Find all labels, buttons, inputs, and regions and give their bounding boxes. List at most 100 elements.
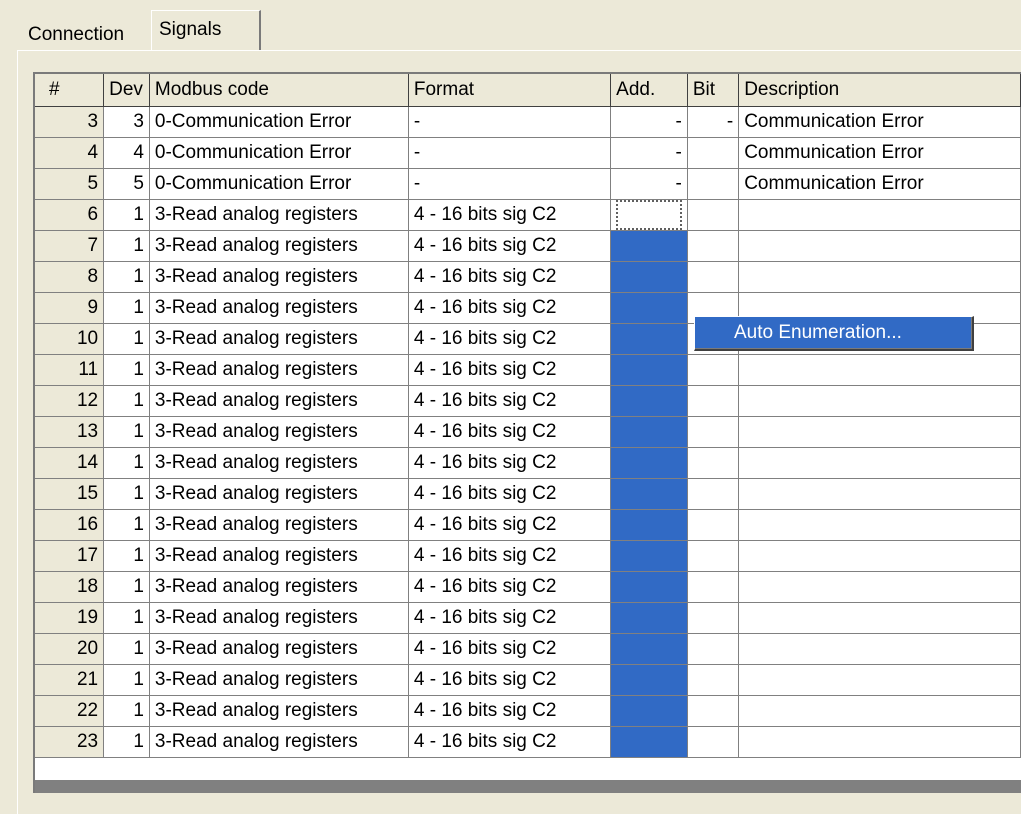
description-cell[interactable] — [738, 385, 1021, 417]
table-row[interactable]: 23 1 3-Read analog registers 4 - 16 bits si… — [35, 726, 1021, 758]
format-cell[interactable]: 4 - 16 bits sig C2 — [408, 478, 612, 510]
bit-cell[interactable] — [687, 726, 740, 758]
description-cell[interactable] — [738, 571, 1021, 603]
bit-cell[interactable] — [687, 478, 740, 510]
dev-cell[interactable]: 1 — [103, 509, 150, 541]
add-cell[interactable] — [610, 261, 688, 293]
dev-cell[interactable]: 1 — [103, 230, 150, 262]
dev-cell[interactable]: 1 — [103, 354, 150, 386]
row-number-cell[interactable]: 8 — [35, 261, 105, 293]
dev-cell[interactable]: 1 — [103, 633, 150, 665]
bit-cell[interactable] — [687, 602, 740, 634]
row-number-cell[interactable]: 19 — [35, 602, 105, 634]
column-header-number[interactable]: # — [35, 74, 105, 107]
modbus-code-cell[interactable]: 3-Read analog registers — [149, 633, 409, 665]
bit-cell[interactable] — [687, 354, 740, 386]
add-cell[interactable] — [610, 416, 688, 448]
format-cell[interactable]: 4 - 16 bits sig C2 — [408, 509, 612, 541]
table-row[interactable]: 16 1 3-Read analog registers 4 - 16 bits si… — [35, 509, 1021, 541]
description-cell[interactable]: Communication Error — [738, 106, 1021, 138]
row-number-cell[interactable]: 14 — [35, 447, 105, 479]
row-number-cell[interactable]: 18 — [35, 571, 105, 603]
bit-cell[interactable] — [687, 168, 740, 200]
row-number-cell[interactable]: 6 — [35, 199, 105, 231]
dev-cell[interactable]: 4 — [103, 137, 150, 169]
modbus-code-cell[interactable]: 3-Read analog registers — [149, 447, 409, 479]
bit-cell[interactable] — [687, 695, 740, 727]
add-cell[interactable] — [610, 509, 688, 541]
bit-cell[interactable] — [687, 137, 740, 169]
modbus-code-cell[interactable]: 0-Communication Error — [149, 137, 409, 169]
add-cell[interactable]: - — [610, 168, 688, 200]
description-cell[interactable] — [738, 664, 1021, 696]
dev-cell[interactable]: 1 — [103, 695, 150, 727]
modbus-code-cell[interactable]: 3-Read analog registers — [149, 540, 409, 572]
row-number-cell[interactable]: 5 — [35, 168, 105, 200]
table-row[interactable]: 21 1 3-Read analog registers 4 - 16 bits si… — [35, 664, 1021, 696]
format-cell[interactable]: 4 - 16 bits sig C2 — [408, 571, 612, 603]
bit-cell[interactable] — [687, 447, 740, 479]
description-cell[interactable] — [738, 633, 1021, 665]
format-cell[interactable]: - — [408, 137, 612, 169]
format-cell[interactable]: 4 - 16 bits sig C2 — [408, 323, 612, 355]
bit-cell[interactable]: - — [687, 106, 740, 138]
modbus-code-cell[interactable]: 3-Read analog registers — [149, 292, 409, 324]
bit-cell[interactable] — [687, 571, 740, 603]
description-cell[interactable] — [738, 478, 1021, 510]
description-cell[interactable]: Communication Error — [738, 168, 1021, 200]
description-cell[interactable] — [738, 602, 1021, 634]
signals-grid[interactable]: # Dev Modbus code Format Add. Bit Descri… — [33, 72, 1021, 793]
description-cell[interactable] — [738, 509, 1021, 541]
format-cell[interactable]: 4 - 16 bits sig C2 — [408, 354, 612, 386]
add-cell[interactable]: - — [610, 106, 688, 138]
add-cell[interactable]: - — [610, 137, 688, 169]
row-number-cell[interactable]: 12 — [35, 385, 105, 417]
description-cell[interactable] — [738, 695, 1021, 727]
table-row[interactable]: 7 1 3-Read analog registers 4 - 16 bits sig… — [35, 230, 1021, 262]
format-cell[interactable]: 4 - 16 bits sig C2 — [408, 385, 612, 417]
signals-table[interactable]: # Dev Modbus code Format Add. Bit Descri… — [35, 74, 1021, 758]
row-number-cell[interactable]: 21 — [35, 664, 105, 696]
format-cell[interactable]: 4 - 16 bits sig C2 — [408, 633, 612, 665]
table-row[interactable]: 5 5 0-Communication Error - - Communication E… — [35, 168, 1021, 200]
bit-cell[interactable] — [687, 230, 740, 262]
add-cell[interactable] — [610, 478, 688, 510]
row-number-cell[interactable]: 16 — [35, 509, 105, 541]
description-cell[interactable] — [738, 354, 1021, 386]
add-cell[interactable] — [610, 447, 688, 479]
column-header-format[interactable]: Format — [408, 74, 612, 107]
modbus-code-cell[interactable]: 3-Read analog registers — [149, 664, 409, 696]
format-cell[interactable]: 4 - 16 bits sig C2 — [408, 447, 612, 479]
add-cell[interactable] — [610, 323, 688, 355]
row-number-cell[interactable]: 7 — [35, 230, 105, 262]
dev-cell[interactable]: 5 — [103, 168, 150, 200]
modbus-code-cell[interactable]: 3-Read analog registers — [149, 416, 409, 448]
table-row[interactable]: 8 1 3-Read analog registers 4 - 16 bits sig… — [35, 261, 1021, 293]
table-row[interactable]: 12 1 3-Read analog registers 4 - 16 bits si… — [35, 385, 1021, 417]
add-cell[interactable] — [610, 695, 688, 727]
column-header-bit[interactable]: Bit — [687, 74, 740, 107]
table-row[interactable]: 17 1 3-Read analog registers 4 - 16 bits si… — [35, 540, 1021, 572]
description-cell[interactable] — [738, 199, 1021, 231]
bit-cell[interactable] — [687, 509, 740, 541]
add-cell[interactable] — [610, 633, 688, 665]
add-cell[interactable] — [610, 230, 688, 262]
table-row[interactable]: 18 1 3-Read analog registers 4 - 16 bits si… — [35, 571, 1021, 603]
row-number-cell[interactable]: 4 — [35, 137, 105, 169]
table-row[interactable]: 6 1 3-Read analog registers 4 - 16 bits sig… — [35, 199, 1021, 231]
add-cell[interactable] — [610, 602, 688, 634]
row-number-cell[interactable]: 23 — [35, 726, 105, 758]
modbus-code-cell[interactable]: 3-Read analog registers — [149, 385, 409, 417]
column-header-modbus-code[interactable]: Modbus code — [149, 74, 409, 107]
add-cell[interactable] — [610, 664, 688, 696]
dev-cell[interactable]: 1 — [103, 385, 150, 417]
modbus-code-cell[interactable]: 3-Read analog registers — [149, 261, 409, 293]
row-number-cell[interactable]: 10 — [35, 323, 105, 355]
add-cell[interactable] — [610, 292, 688, 324]
table-row[interactable]: 15 1 3-Read analog registers 4 - 16 bits si… — [35, 478, 1021, 510]
bit-cell[interactable] — [687, 416, 740, 448]
modbus-code-cell[interactable]: 3-Read analog registers — [149, 695, 409, 727]
modbus-code-cell[interactable]: 0-Communication Error — [149, 106, 409, 138]
modbus-code-cell[interactable]: 3-Read analog registers — [149, 509, 409, 541]
modbus-code-cell[interactable]: 3-Read analog registers — [149, 230, 409, 262]
